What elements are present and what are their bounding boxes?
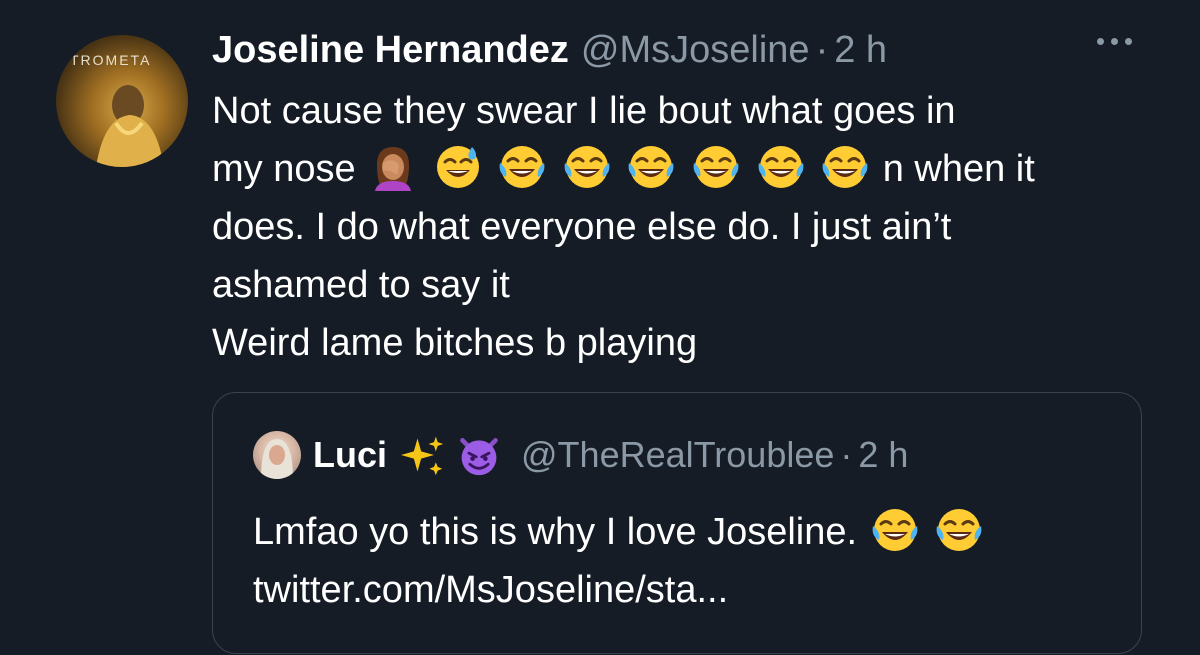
quoted-tweet-timestamp[interactable]: 2 h bbox=[858, 434, 908, 476]
tweet-content: Joseline Hernandez @MsJoseline · 2 h Not… bbox=[212, 24, 1172, 372]
tweet-line-4: ashamed to say it bbox=[212, 264, 510, 306]
quoted-link[interactable]: twitter.com/MsJoseline/sta... bbox=[253, 561, 1113, 619]
more-dot bbox=[1125, 38, 1132, 45]
joy-emoji-icon bbox=[757, 143, 805, 191]
tweet-line-2: my nose n when it bbox=[212, 140, 1172, 198]
joy-emoji-icon bbox=[563, 143, 611, 191]
sparkles-emoji-icon bbox=[401, 433, 445, 477]
quoted-line-1: Lmfao yo this is why I love Joseline. bbox=[253, 503, 1113, 561]
quoted-separator-dot: · bbox=[840, 434, 853, 475]
tweet-line-3: does. I do what everyone else do. I just… bbox=[212, 206, 952, 248]
more-dot bbox=[1111, 38, 1118, 45]
user-avatar[interactable]: TROMETA bbox=[56, 35, 188, 167]
joy-emoji-icon bbox=[627, 143, 675, 191]
joy-emoji-icon bbox=[498, 143, 546, 191]
tweet-line-1: Not cause they swear I lie bout what goe… bbox=[212, 90, 956, 132]
quoted-display-name[interactable]: Luci bbox=[313, 434, 387, 476]
joy-emoji-icon bbox=[821, 143, 869, 191]
tweet-header: Joseline Hernandez @MsJoseline · 2 h bbox=[212, 24, 1172, 76]
more-options-icon[interactable] bbox=[1097, 38, 1132, 45]
quoted-line-1-text: Lmfao yo this is why I love Joseline. bbox=[253, 511, 858, 553]
tweet-body: Not cause they swear I lie bout what goe… bbox=[212, 82, 1172, 372]
tweet-timestamp[interactable]: 2 h bbox=[834, 24, 887, 76]
joy-emoji-icon bbox=[935, 506, 983, 554]
joy-emoji-icon bbox=[871, 506, 919, 554]
tweet-line-2-start: my nose bbox=[212, 148, 356, 190]
avatar-image: TROMETA bbox=[70, 52, 164, 167]
quoted-avatar-image bbox=[261, 439, 293, 479]
avatar-logo-text: TROMETA bbox=[70, 52, 151, 68]
smiling-imp-emoji-icon bbox=[457, 433, 501, 477]
tweet-line-2-end: n when it bbox=[882, 148, 1035, 190]
user-handle[interactable]: @MsJoseline bbox=[581, 24, 810, 76]
quoted-tweet[interactable]: Luci @TheRealTroublee · 2 h Lmfao yo thi… bbox=[212, 392, 1142, 654]
joy-emoji-icon bbox=[692, 143, 740, 191]
quoted-tweet-header: Luci @TheRealTroublee · 2 h bbox=[253, 431, 908, 479]
quoted-user-handle[interactable]: @TheRealTroublee bbox=[521, 434, 834, 476]
more-dot bbox=[1097, 38, 1104, 45]
quoted-tweet-body: Lmfao yo this is why I love Joseline. tw… bbox=[253, 503, 1113, 619]
separator-dot: · bbox=[815, 29, 829, 71]
tweet-line-5: Weird lame bitches b playing bbox=[212, 322, 698, 364]
quoted-user-avatar[interactable] bbox=[253, 431, 301, 479]
face-palm-emoji-icon bbox=[369, 143, 417, 191]
sweat-smile-emoji-icon bbox=[434, 143, 482, 191]
tweet-card[interactable]: TROMETA Joseline Hernandez @MsJoseline ·… bbox=[0, 0, 1200, 655]
display-name[interactable]: Joseline Hernandez bbox=[212, 24, 569, 76]
